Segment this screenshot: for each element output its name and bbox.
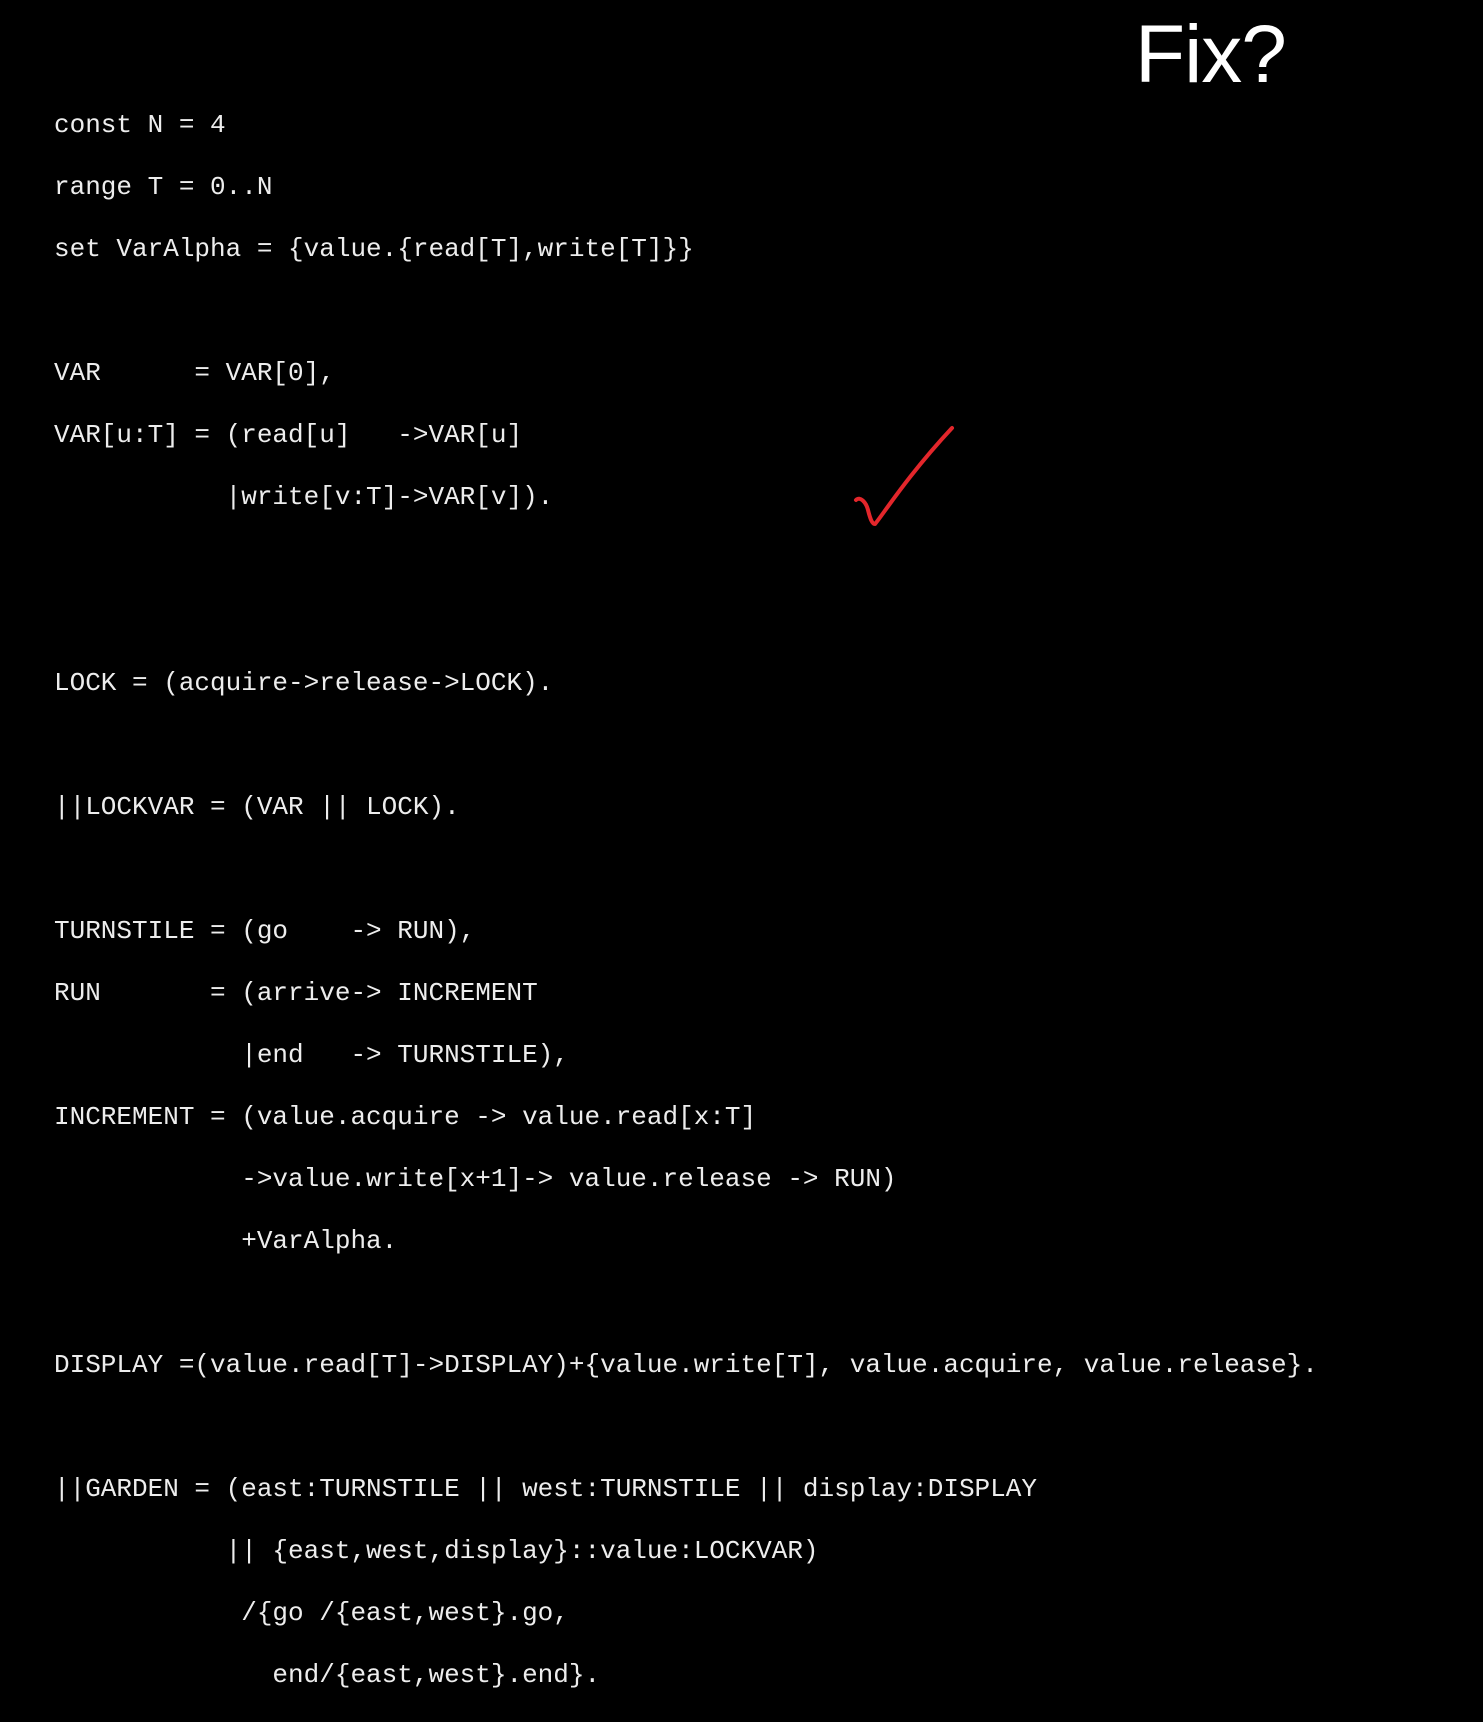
code-line: range T = 0..N <box>54 172 273 202</box>
code-line: VAR[u:T] = (read[u] ->VAR[u] <box>54 420 523 450</box>
code-line: TURNSTILE = (go -> RUN), <box>54 916 476 946</box>
code-line: RUN = (arrive-> INCREMENT <box>54 978 538 1008</box>
code-line: ||LOCKVAR = (VAR || LOCK). <box>54 792 460 822</box>
code-line: set VarAlpha = {value.{read[T],write[T]}… <box>54 234 694 264</box>
code-line: VAR = VAR[0], <box>54 358 335 388</box>
code-line: ||GARDEN = (east:TURNSTILE || west:TURNS… <box>54 1474 1037 1504</box>
code-line: /{go /{east,west}.go, <box>54 1598 569 1628</box>
code-line: DISPLAY =(value.read[T]->DISPLAY)+{value… <box>54 1350 1318 1380</box>
code-listing: const N = 4 range T = 0..N set VarAlpha … <box>54 110 1318 1722</box>
code-line: +VarAlpha. <box>54 1226 398 1256</box>
code-line: LOCK = (acquire->release->LOCK). <box>54 668 554 698</box>
slide-title: Fix? <box>1135 9 1287 100</box>
checkmark-icon <box>854 426 954 526</box>
code-line: INCREMENT = (value.acquire -> value.read… <box>54 1102 757 1132</box>
code-line: const N = 4 <box>54 110 226 140</box>
code-line: end/{east,west}.end}. <box>54 1660 601 1690</box>
code-line: || {east,west,display}::value:LOCKVAR) <box>54 1536 819 1566</box>
code-line: |write[v:T]->VAR[v]). <box>54 482 554 512</box>
code-line: ->value.write[x+1]-> value.release -> RU… <box>54 1164 897 1194</box>
code-line: |end -> TURNSTILE), <box>54 1040 569 1070</box>
